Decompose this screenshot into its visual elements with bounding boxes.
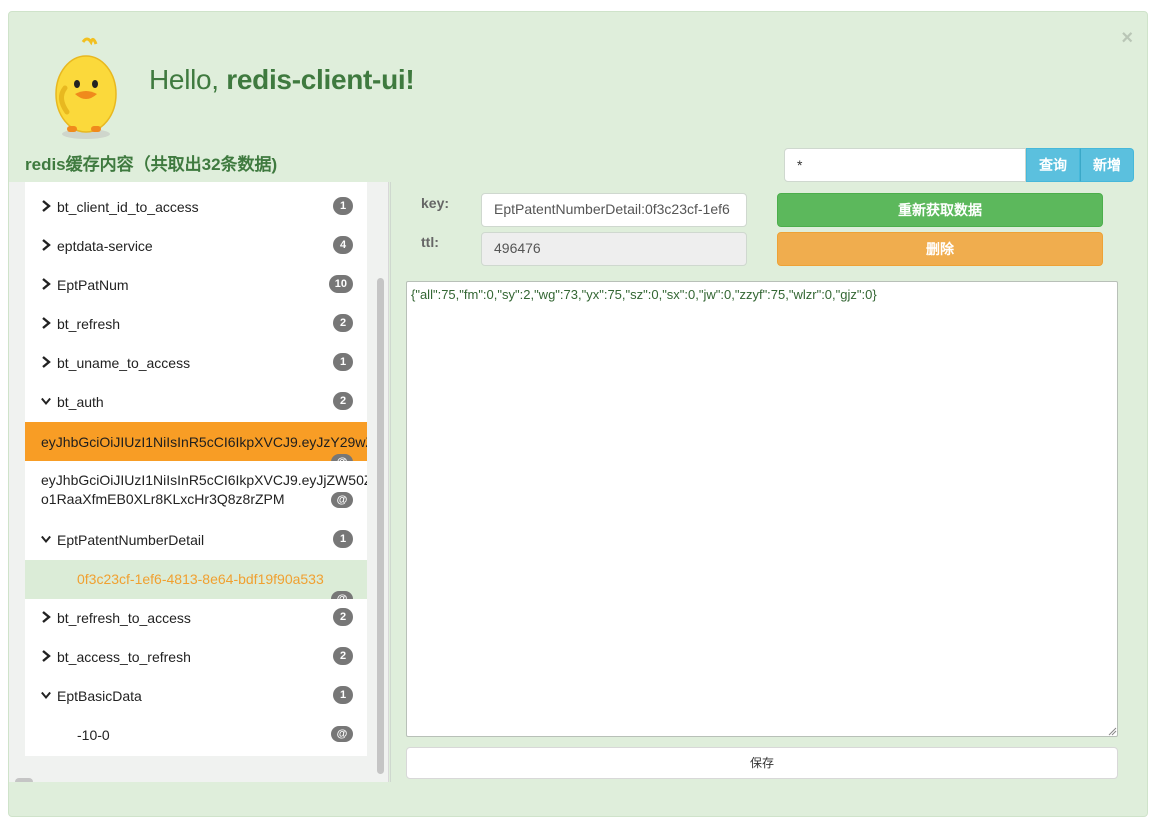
leaf-key-label: 0f3c23cf-1ef6-4813-8e64-bdf19f90a533 <box>77 571 324 587</box>
count-badge: 2 <box>333 314 353 332</box>
tree-group-label: bt_access_to_refresh <box>57 649 191 665</box>
delete-button[interactable]: 删除 <box>777 232 1103 266</box>
count-badge: 1 <box>333 353 353 371</box>
tree-group-label: EptPatentNumberDetail <box>57 532 205 548</box>
key-label: key: <box>421 195 450 211</box>
count-badge: 2 <box>333 392 353 410</box>
count-badge: 1 <box>333 686 353 704</box>
leaf-key-label-wrap: o1RaaXfmEB0XLr8KLxcHr3Q8z8rZPM <box>41 491 285 507</box>
tree-group-item[interactable]: bt_refresh 2 <box>25 305 367 344</box>
resize-grip-icon[interactable] <box>1107 726 1117 736</box>
chevron-down-icon <box>41 397 51 406</box>
duck-mascot-icon <box>55 37 117 139</box>
ttl-label: ttl: <box>421 234 439 250</box>
search-group: 查询 新增 <box>784 148 1134 182</box>
key-type-badge: @ <box>331 591 353 599</box>
tree-group-item[interactable]: EptBasicData 1 <box>25 677 367 716</box>
tree-horizontal-scrollbar[interactable] <box>15 778 33 782</box>
save-button[interactable]: 保存 <box>406 747 1118 779</box>
chevron-right-icon <box>42 239 51 251</box>
key-tree: bt_client_id_to_access 1 eptdata-service… <box>25 182 367 756</box>
leaf-key-label: -10-0 <box>77 727 110 743</box>
tree-group-item[interactable]: bt_refresh_to_access 2 <box>25 599 367 638</box>
tree-group-label: EptBasicData <box>57 688 142 704</box>
page-title: Hello, redis-client-ui! <box>149 64 415 96</box>
tree-group-label: bt_client_id_to_access <box>57 199 199 215</box>
tree-leaf[interactable]: -10-0 @ <box>25 716 367 755</box>
chevron-right-icon <box>42 356 51 368</box>
chevron-down-icon <box>41 535 51 544</box>
tree-group-item[interactable]: bt_uname_to_access 1 <box>25 344 367 383</box>
chevron-right-icon <box>42 278 51 290</box>
chevron-right-icon <box>42 200 51 212</box>
ttl-field: 496476 <box>481 232 747 266</box>
add-button[interactable]: 新增 <box>1080 148 1134 182</box>
leaf-key-label: eyJhbGciOiJIUzI1NiIsInR5cCI6IkpXVCJ9.eyJ… <box>41 472 367 488</box>
tree-group-item[interactable]: EptPatentNumberDetail 1 <box>25 521 367 560</box>
key-field[interactable]: EptPatentNumberDetail:0f3c23cf-1ef6 <box>481 193 747 227</box>
tree-group-item[interactable]: bt_auth 2 <box>25 383 367 422</box>
leaf-key-label: eyJhbGciOiJIUzI1NiIsInR5cCI6IkpXVCJ9.eyJ… <box>41 434 367 450</box>
count-badge: 10 <box>328 275 353 293</box>
tree-group-label: eptdata-service <box>57 238 153 254</box>
tree-group-item[interactable]: bt_client_id_to_access 1 <box>25 188 367 227</box>
tree-group-label: bt_auth <box>57 394 104 410</box>
app-name: redis-client-ui! <box>226 64 415 95</box>
count-badge: 2 <box>333 608 353 626</box>
main-panel: × Hello, redis-client-ui! redis缓存内容（共取出3… <box>8 11 1148 817</box>
tree-leaf[interactable]: eyJhbGciOiJIUzI1NiIsInR5cCI6IkpXVCJ9.eyJ… <box>25 461 367 521</box>
tree-group-label: bt_refresh <box>57 316 121 332</box>
query-button[interactable]: 查询 <box>1026 148 1080 182</box>
chevron-right-icon <box>42 317 51 329</box>
detail-pane: key: EptPatentNumberDetail:0f3c23cf-1ef6… <box>390 182 1132 782</box>
chevron-down-icon <box>41 691 51 700</box>
tree-group-item[interactable]: EptPatNum 10 <box>25 266 367 305</box>
search-input[interactable] <box>784 148 1026 182</box>
key-tree-pane: bt_client_id_to_access 1 eptdata-service… <box>9 182 389 782</box>
tree-scrollbar[interactable] <box>377 278 384 774</box>
value-textarea[interactable]: {"all":75,"fm":0,"sy":2,"wg":73,"yx":75,… <box>406 281 1118 737</box>
tree-group-item[interactable]: bt_access_to_refresh 2 <box>25 638 367 677</box>
close-icon[interactable]: × <box>1121 28 1133 48</box>
tree-group-label: EptPatNum <box>57 277 129 293</box>
detail-inner: key: EptPatentNumberDetail:0f3c23cf-1ef6… <box>390 182 1132 782</box>
chevron-right-icon <box>42 611 51 623</box>
tree-group-label: bt_uname_to_access <box>57 355 191 371</box>
tree-leaf-selected[interactable]: eyJhbGciOiJIUzI1NiIsInR5cCI6IkpXVCJ9.eyJ… <box>25 422 367 461</box>
tree-group-label: bt_refresh_to_access <box>57 610 191 626</box>
count-badge: 4 <box>333 236 353 254</box>
count-badge: 1 <box>333 197 353 215</box>
count-badge: 2 <box>333 647 353 665</box>
chevron-right-icon <box>42 650 51 662</box>
count-badge: 1 <box>333 530 353 548</box>
tree-leaf[interactable]: 0f3c23cf-1ef6-4813-8e64-bdf19f90a533 @ <box>25 560 367 599</box>
key-type-badge: @ <box>331 726 353 742</box>
key-type-badge: @ <box>331 454 353 461</box>
hello-prefix: Hello, <box>149 64 227 95</box>
key-type-badge: @ <box>331 492 353 508</box>
tree-group-item[interactable]: eptdata-service 4 <box>25 227 367 266</box>
refresh-data-button[interactable]: 重新获取数据 <box>777 193 1103 227</box>
section-title: redis缓存内容（共取出32条数据) <box>25 155 278 174</box>
